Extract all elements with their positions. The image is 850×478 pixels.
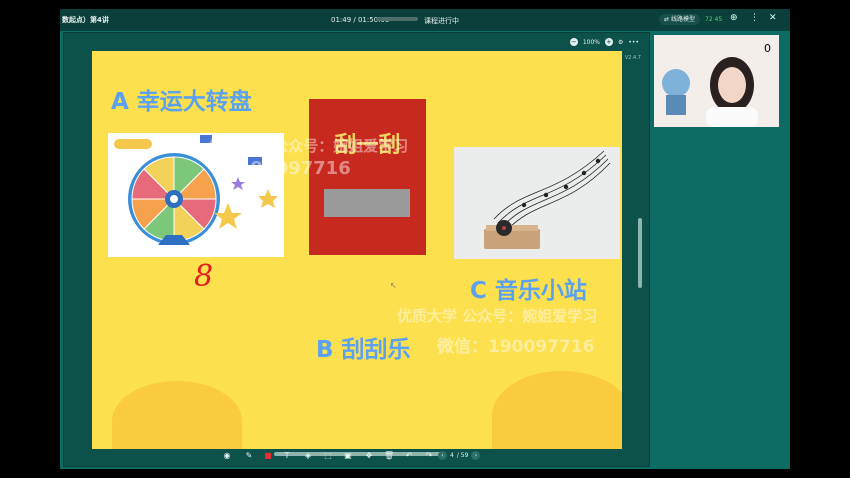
- watermark-text: 优质大学 公众号：婉姐爱学习: [397, 307, 598, 325]
- watermark-number: 微信：190097716: [437, 337, 595, 357]
- settings-icon[interactable]: ⚙: [618, 39, 623, 46]
- more-horizontal-icon[interactable]: •••: [628, 39, 639, 46]
- color-picker-icon[interactable]: ■: [263, 451, 273, 461]
- more-vertical-icon[interactable]: ⋮: [750, 13, 759, 23]
- next-page-button[interactable]: ›: [471, 451, 481, 460]
- text-tool-icon[interactable]: T: [282, 451, 292, 461]
- lesson-progress-bar: [376, 17, 418, 21]
- vertical-scrollbar[interactable]: [638, 218, 642, 288]
- shape-tool-icon[interactable]: ⬚: [323, 451, 333, 461]
- whiteboard-panel: − 100% + ⚙ ••• V2.4.7 A 幸运大转盘 刮一刮 优质大学 公…: [63, 32, 650, 467]
- zoom-level: 100%: [582, 38, 600, 46]
- redo-icon[interactable]: ↷: [424, 451, 434, 461]
- watermark-number: 190097716: [238, 158, 351, 179]
- music-station-image: [454, 147, 620, 259]
- pen-icon[interactable]: ✎: [244, 451, 254, 461]
- zoom-in-button[interactable]: +: [604, 38, 613, 46]
- line-switch-button[interactable]: ⇄ 线路模型: [659, 14, 700, 25]
- scratch-area: [324, 189, 410, 217]
- option-c-heading: C 音乐小站: [470, 278, 587, 304]
- handwritten-annotation: 8: [194, 259, 214, 294]
- signal-indicator: 72 45: [705, 16, 723, 23]
- current-page: 4: [450, 452, 454, 459]
- decor-leaf: [112, 381, 242, 449]
- move-tool-icon[interactable]: ✥: [364, 451, 374, 461]
- top-bar: 数起点）第4讲 01:49 / 01:50:00 课程进行中 ⇄ 线路模型 72…: [60, 9, 790, 31]
- undo-icon[interactable]: ↶: [404, 451, 414, 461]
- clear-icon[interactable]: 🗑: [384, 451, 394, 461]
- total-pages: / 59: [456, 452, 469, 459]
- slide-canvas[interactable]: A 幸运大转盘 刮一刮 优质大学 公众号：婉姐爱学习 190097716 8 C…: [92, 51, 622, 449]
- lesson-status: 课程进行中: [424, 17, 459, 25]
- teacher-video: 0: [654, 35, 779, 127]
- zoom-controls: − 100% + ⚙ •••: [569, 36, 639, 48]
- eraser-icon[interactable]: ◈: [303, 451, 313, 461]
- version-label: V2.4.7: [624, 55, 641, 61]
- option-b-heading: B 刮刮乐: [316, 337, 411, 363]
- option-a-heading: A 幸运大转盘: [111, 89, 252, 115]
- whiteboard-header: − 100% + ⚙ •••: [64, 33, 649, 51]
- cursor-icon: ↖: [390, 281, 397, 290]
- image-tool-icon[interactable]: ▣: [343, 451, 353, 461]
- zoom-out-button[interactable]: −: [569, 38, 578, 46]
- prev-page-button[interactable]: ‹: [438, 451, 447, 460]
- line-switch-label: 线路模型: [670, 16, 695, 23]
- record-icon[interactable]: ◉: [222, 451, 232, 461]
- page-navigator: ‹ 4 / 59 ›: [438, 450, 481, 461]
- whiteboard-toolbar: ◉ ✎ ■ T ◈ ⬚ ▣ ✥ 🗑 ↶ ↷: [60, 447, 790, 467]
- close-icon[interactable]: ✕: [769, 13, 777, 23]
- zoom-icon[interactable]: ⊕: [730, 13, 738, 23]
- lesson-title: 数起点）第4讲: [62, 16, 109, 24]
- decor-leaf: [492, 371, 622, 449]
- star-counter: 0: [764, 42, 771, 55]
- watermark-text: 优质大学 公众号：婉姐爱学习: [208, 137, 409, 155]
